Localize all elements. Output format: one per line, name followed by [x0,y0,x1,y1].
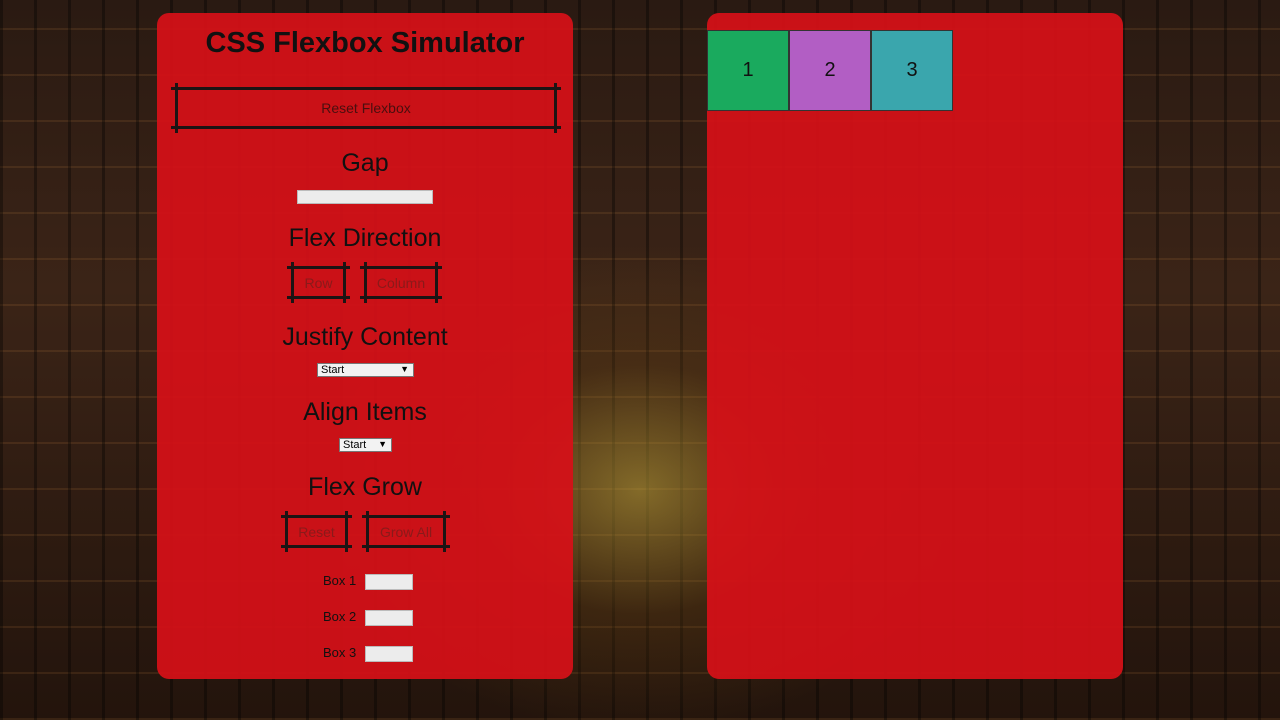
column-button[interactable]: Column [360,262,442,303]
chevron-down-icon: ▼ [378,439,387,449]
flex-container: 1 2 3 [707,30,953,111]
frame-bar [287,296,350,299]
box-2-label: Box 2 [323,609,357,624]
align-items-value: Start [343,439,367,451]
reset-flexbox-button[interactable]: Reset Flexbox [171,83,561,133]
flex-grow-reset-label: Reset [298,523,335,540]
frame-bar [362,515,450,518]
row-button[interactable]: Row [287,262,350,303]
frame-bar [281,545,352,548]
box-2-grow-input[interactable] [365,610,413,626]
flex-item-1[interactable]: 1 [707,30,789,111]
frame-bar [287,266,350,269]
grow-all-button[interactable]: Grow All [362,511,450,552]
frame-bar [362,545,450,548]
box-1-grow-row: Box 1 [157,573,573,590]
box-3-grow-row: Box 3 [157,645,573,662]
box-1-grow-input[interactable] [365,574,413,590]
gap-heading: Gap [341,149,389,177]
flex-item-1-label: 1 [742,59,754,81]
box-3-grow-input[interactable] [365,646,413,662]
frame-bar [360,296,442,299]
flex-direction-heading: Flex Direction [288,224,442,252]
flex-item-3[interactable]: 3 [871,30,953,111]
flex-grow-reset-button[interactable]: Reset [281,511,352,552]
chevron-down-icon: ▼ [400,364,409,374]
box-2-grow-row: Box 2 [157,609,573,626]
align-items-heading: Align Items [303,398,427,426]
controls-panel: CSS Flexbox Simulator Reset Flexbox Gap … [157,13,573,679]
row-label: Row [304,274,333,291]
page-title: CSS Flexbox Simulator [205,27,525,59]
flex-item-3-label: 3 [906,59,918,81]
frame-bar [171,126,561,129]
frame-bar [171,87,561,90]
justify-content-select[interactable]: Start ▼ [317,363,414,377]
box-3-label: Box 3 [323,645,357,660]
justify-content-value: Start [321,364,345,376]
grow-all-label: Grow All [379,523,433,540]
flex-item-2-label: 2 [824,59,836,81]
frame-bar [281,515,352,518]
flex-grow-heading: Flex Grow [308,473,422,501]
align-items-select[interactable]: Start ▼ [339,438,392,452]
reset-flexbox-label: Reset Flexbox [321,100,411,116]
preview-panel: 1 2 3 [707,13,1123,679]
gap-input[interactable] [297,190,433,204]
justify-content-heading: Justify Content [282,323,448,351]
box-1-label: Box 1 [323,573,357,588]
flex-item-2[interactable]: 2 [789,30,871,111]
frame-bar [360,266,442,269]
column-label: Column [376,274,426,291]
